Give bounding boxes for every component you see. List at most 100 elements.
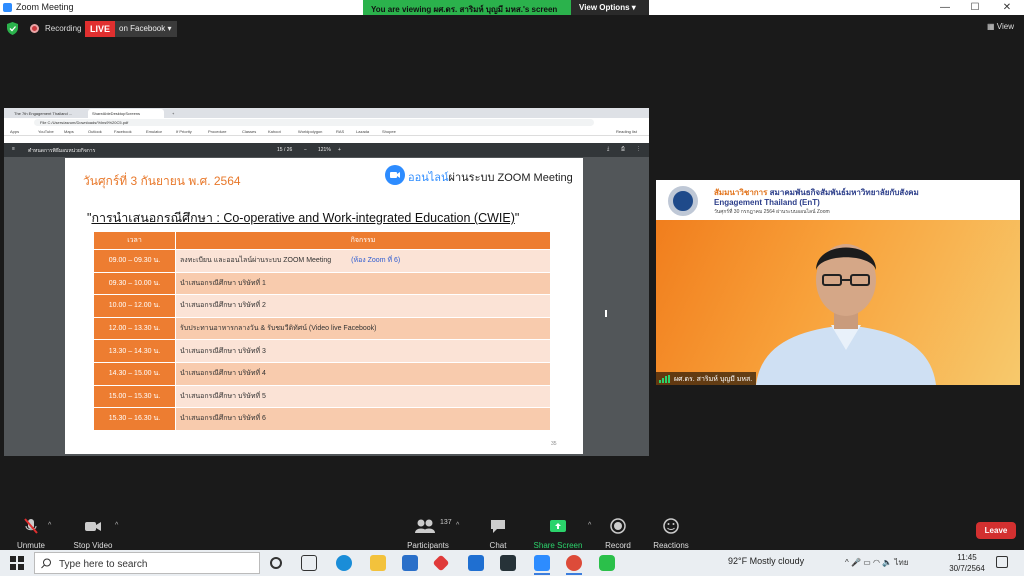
battery-icon[interactable]: ▭ (863, 558, 871, 567)
leave-button[interactable]: Leave (976, 522, 1016, 539)
time-cell: 13.30 – 14.30 น. (93, 339, 176, 363)
bookmark-item[interactable]: Kahoot (268, 129, 281, 134)
file-explorer-icon[interactable] (370, 555, 386, 571)
recording-label: Recording (45, 24, 82, 33)
bookmark-item[interactable]: Apps (10, 129, 19, 134)
task-view-icon[interactable] (301, 555, 317, 571)
line-app-icon[interactable] (599, 555, 615, 571)
cortana-icon[interactable] (270, 557, 282, 569)
wifi-icon[interactable]: ◠ (873, 558, 880, 567)
bookmark-item[interactable]: RAS (336, 129, 344, 134)
audio-options-chevron-icon[interactable]: ^ (48, 522, 51, 529)
menu-icon[interactable]: ≡ (12, 146, 15, 152)
maximize-icon[interactable]: ☐ (960, 1, 990, 14)
view-options-button[interactable]: View Options ▾ (571, 0, 649, 15)
bookmark-item[interactable]: Emulator (146, 129, 162, 134)
participants-count: 137 (440, 519, 452, 526)
microphone-tray-icon[interactable]: 🎤 (851, 558, 861, 567)
bookmark-item[interactable]: Shopee (382, 129, 396, 134)
live-on-facebook-dropdown[interactable]: on Facebook ▾ (115, 21, 177, 37)
video-options-chevron-icon[interactable]: ^ (115, 522, 118, 529)
quote-close: " (514, 211, 520, 225)
notifications-icon[interactable] (996, 556, 1008, 568)
pdf-page: วันศุกร์ที่ 3 กันยายน พ.ศ. 2564 ออนไลน์ผ… (65, 158, 583, 454)
zoom-camera-icon (385, 165, 405, 185)
reactions-smiley-icon (663, 518, 679, 534)
activity-cell: ลงทะเบียน และออนไลน์ผ่านระบบ ZOOM Meetin… (175, 249, 551, 273)
browser-tab-active[interactable]: ShareAbleDesktopScreens (88, 109, 164, 118)
record-icon (610, 518, 626, 534)
print-icon[interactable]: ⎙ (621, 146, 625, 152)
schedule-table: เวลา กิจกรรม 09.00 – 09.30 น. ลงทะเบียน แ… (93, 231, 551, 431)
view-layout-button[interactable]: ▦ View (987, 22, 1014, 31)
online-prefix: ออนไลน์ (408, 172, 449, 184)
event-banner: สัมมนาวิชาการ สมาคมพันธกิจสัมพันธ์มหาวิท… (656, 180, 1020, 220)
banner-line-3: วันศุกร์ที่ 30 กรกฎาคม 2564 ผ่านระบบออนไ… (714, 209, 830, 215)
bookmark-item[interactable]: Procedure (208, 129, 226, 134)
minimize-icon[interactable]: — (930, 1, 960, 14)
browser-tab[interactable]: The 7th Engagement Thailand ... (10, 109, 80, 118)
zoom-taskbar-icon[interactable] (534, 555, 550, 575)
speaker-name-label: ผศ.ดร. สาริมห์ บุญมี มหส. (656, 372, 757, 385)
activity-cell: นำเสนอกรณีศึกษา บริษัทที่ 1 (175, 271, 551, 296)
bookmark-item[interactable]: Classes (242, 129, 256, 134)
new-tab-icon[interactable]: + (168, 109, 178, 118)
pdf-toolbar: ≡ ตำหนดการพิธีมอบหน่วยกิจการ 15 / 26 − 1… (4, 143, 649, 157)
speaker-video-tile[interactable]: สัมมนาวิชาการ สมาคมพันธกิจสัมพันธ์มหาวิท… (656, 180, 1020, 385)
room-note: (ห้อง Zoom ที่ 6) (351, 257, 401, 265)
signal-strength-icon (659, 375, 670, 383)
speaker-person-image (756, 244, 936, 385)
more-options-icon[interactable]: ⋮ (636, 146, 641, 152)
bookmark-item[interactable]: Lazada (356, 129, 369, 134)
security-shield-icon[interactable] (7, 22, 18, 35)
edge-browser-icon[interactable] (336, 555, 352, 571)
bookmark-item[interactable]: Reading list (616, 129, 637, 134)
activity-cell: นำเสนอกรณีศึกษา บริษัทที่ 5 (175, 384, 551, 409)
taskbar-search-box[interactable]: Type here to search (34, 552, 260, 574)
zoom-out-icon[interactable]: − (304, 147, 307, 153)
clock-date: 30/7/2564 (949, 564, 985, 573)
stop-video-label: Stop Video (73, 541, 113, 550)
mail-icon[interactable] (402, 555, 418, 571)
time-cell: 14.30 – 15.00 น. (93, 361, 176, 386)
reactions-button[interactable]: Reactions (636, 517, 706, 550)
muted-microphone-icon (24, 518, 38, 534)
weather-widget[interactable]: 92°F Mostly cloudy (728, 556, 804, 566)
bookmark-item[interactable]: Facebook (114, 129, 132, 134)
recording-indicator-icon (30, 24, 39, 33)
close-icon[interactable]: ✕ (992, 1, 1022, 14)
table-row: 09.00 – 09.30 น. ลงทะเบียน และออนไลน์ผ่าน… (93, 249, 551, 273)
taskbar-clock[interactable]: 11:45 30/7/2564 (946, 552, 988, 574)
unmute-button[interactable]: Unmute (0, 517, 66, 550)
dropbox-icon[interactable] (468, 555, 484, 571)
mouse-cursor-icon (605, 310, 610, 317)
terminal-app-icon[interactable] (500, 555, 516, 571)
app-diamond-icon[interactable] (432, 554, 450, 572)
volume-icon[interactable]: 🔈 (882, 558, 892, 567)
participants-button[interactable]: Participants (393, 517, 463, 550)
table-row: 15.00 – 15.30 น. นำเสนอกรณีศึกษา บริษัทที… (93, 384, 551, 409)
download-icon[interactable]: ⤓ (607, 146, 609, 152)
windows-taskbar: Type here to search 92°F Mostly cloudy ^… (0, 550, 1024, 576)
banner-line-2: Engagement Thailand (EnT) (714, 198, 820, 207)
table-row: 09.30 – 10.00 น. นำเสนอกรณีศึกษา บริษัทที… (93, 271, 551, 296)
ent-logo-icon (668, 186, 698, 216)
chrome-browser-icon[interactable] (566, 555, 582, 575)
window-title: Zoom Meeting (16, 2, 74, 12)
bookmark-item[interactable]: Outlook (88, 129, 102, 134)
bookmark-item[interactable]: YouTube (38, 129, 54, 134)
zoom-in-icon[interactable]: + (338, 147, 341, 153)
bookmark-item[interactable]: If Priority (176, 129, 192, 134)
bookmark-item[interactable]: Worldpolygon (298, 129, 322, 134)
slide-heading-text: การนำเสนอกรณีศึกษา : Co-operative and Wo… (91, 211, 515, 225)
tray-chevron-icon[interactable]: ^ (845, 558, 849, 567)
windows-start-icon[interactable] (10, 556, 24, 570)
bookmark-item[interactable]: Maps (64, 129, 74, 134)
video-camera-icon (85, 522, 101, 531)
pdf-page-indicator[interactable]: 15 / 26 (277, 147, 292, 153)
participants-chevron-icon[interactable]: ^ (456, 522, 459, 529)
input-language[interactable]: ไทย (894, 558, 908, 567)
url-field[interactable]: File C:/Users/asrum/Downloads/%Ins9%20C5… (34, 119, 594, 126)
pdf-zoom-level[interactable]: 121% (318, 147, 331, 153)
chat-icon (491, 520, 505, 533)
